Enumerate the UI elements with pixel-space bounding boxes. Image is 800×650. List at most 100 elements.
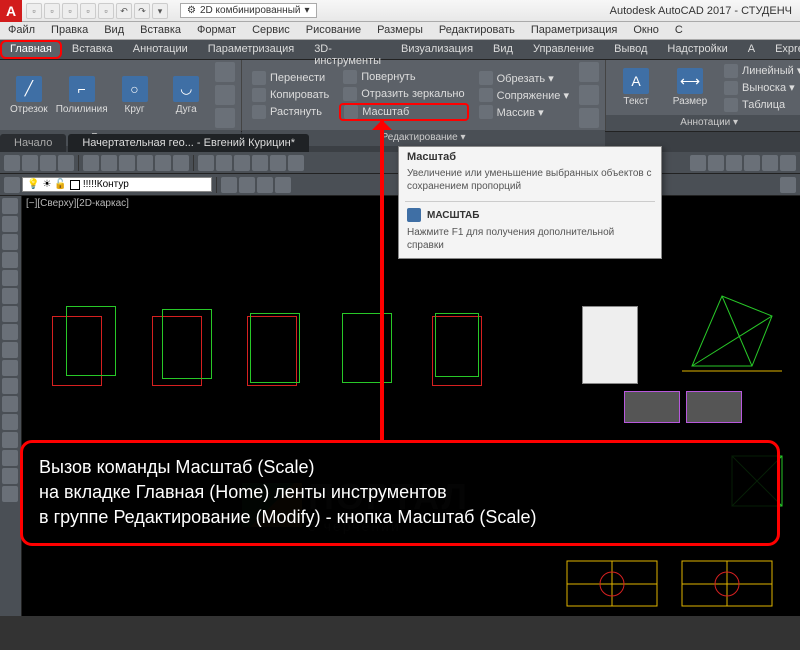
lt-icon[interactable]: [2, 432, 18, 448]
tb-icon[interactable]: [173, 155, 189, 171]
leader-button[interactable]: Выноска ▾: [720, 80, 800, 96]
ribbon-tab-output[interactable]: Вывод: [604, 40, 657, 59]
menu-edit[interactable]: Правка: [43, 22, 96, 39]
ribbon-tab-insert[interactable]: Вставка: [62, 40, 123, 59]
fillet-button[interactable]: Сопряжение ▾: [475, 87, 573, 103]
modify-extra-2-icon[interactable]: [579, 85, 599, 105]
drawing-canvas[interactable]: [−][Сверху][2D-каркас] ПОРТАЛо черчении: [22, 196, 800, 616]
tb-icon[interactable]: [4, 155, 20, 171]
tb-icon[interactable]: [762, 155, 778, 171]
tab-start[interactable]: Начало: [0, 134, 66, 152]
table-button[interactable]: Таблица: [720, 97, 800, 113]
arc-button[interactable]: ◡Дуга: [163, 76, 209, 115]
tb-icon[interactable]: [780, 177, 796, 193]
tb-icon[interactable]: [708, 155, 724, 171]
draw-extra-3-icon[interactable]: [215, 108, 235, 128]
menu-format[interactable]: Формат: [189, 22, 244, 39]
stretch-button[interactable]: Растянуть: [248, 104, 333, 120]
tb-icon[interactable]: [275, 177, 291, 193]
lt-icon[interactable]: [2, 216, 18, 232]
menu-tools[interactable]: Сервис: [244, 22, 298, 39]
tb-icon[interactable]: [234, 155, 250, 171]
qat-redo-icon[interactable]: ↷: [134, 3, 150, 19]
lt-icon[interactable]: [2, 414, 18, 430]
trim-button[interactable]: Обрезать ▾: [475, 70, 573, 86]
menu-view[interactable]: Вид: [96, 22, 132, 39]
layer-props-icon[interactable]: [4, 177, 20, 193]
menu-file[interactable]: Файл: [0, 22, 43, 39]
viewport-label[interactable]: [−][Сверху][2D-каркас]: [26, 198, 129, 209]
ribbon-tab-view[interactable]: Вид: [483, 40, 523, 59]
linear-dim-button[interactable]: Линейный ▾: [720, 63, 800, 79]
qat-undo-icon[interactable]: ↶: [116, 3, 132, 19]
modify-extra-3-icon[interactable]: [579, 108, 599, 128]
rotate-button[interactable]: Повернуть: [339, 69, 468, 85]
menu-window[interactable]: Окно: [625, 22, 667, 39]
qat-plot-icon[interactable]: ▫: [98, 3, 114, 19]
tb-icon[interactable]: [780, 155, 796, 171]
ribbon-tab-home[interactable]: Главная: [0, 40, 62, 59]
lt-icon[interactable]: [2, 342, 18, 358]
array-button[interactable]: Массив ▾: [475, 104, 573, 120]
qat-save-icon[interactable]: ▫: [62, 3, 78, 19]
lt-icon[interactable]: [2, 378, 18, 394]
ribbon-tab-manage[interactable]: Управление: [523, 40, 604, 59]
tb-icon[interactable]: [101, 155, 117, 171]
lt-icon[interactable]: [2, 234, 18, 250]
ribbon-tab-visualize[interactable]: Визуализация: [391, 40, 483, 59]
line-button[interactable]: ╱Отрезок: [6, 76, 52, 115]
layer-dropdown[interactable]: 💡 ☀ 🔓 !!!!!Контур: [22, 177, 212, 192]
lt-icon[interactable]: [2, 270, 18, 286]
lt-icon[interactable]: [2, 288, 18, 304]
lt-icon[interactable]: [2, 396, 18, 412]
tb-icon[interactable]: [58, 155, 74, 171]
lt-icon[interactable]: [2, 306, 18, 322]
ribbon-tab-3dtools[interactable]: 3D-инструменты: [304, 40, 391, 59]
ribbon-tab-express[interactable]: Express: [765, 40, 800, 59]
polyline-button[interactable]: ⌐Полилиния: [58, 76, 106, 115]
tb-icon[interactable]: [155, 155, 171, 171]
menu-modify[interactable]: Редактировать: [431, 22, 523, 39]
workspace-switcher[interactable]: ⚙ 2D комбинированный ▾: [180, 3, 317, 18]
qat-open-icon[interactable]: ▫: [44, 3, 60, 19]
menu-help[interactable]: С: [667, 22, 691, 39]
tb-icon[interactable]: [83, 155, 99, 171]
text-button[interactable]: AТекст: [612, 68, 660, 107]
ribbon-tab-addins[interactable]: Надстройки: [657, 40, 737, 59]
ribbon-tab-annotate[interactable]: Аннотации: [123, 40, 198, 59]
menu-dimension[interactable]: Размеры: [369, 22, 431, 39]
tb-icon[interactable]: [690, 155, 706, 171]
lt-icon[interactable]: [2, 198, 18, 214]
mirror-button[interactable]: Отразить зеркально: [339, 86, 468, 102]
tab-drawing[interactable]: Начертательная гео... - Евгений Курицин*: [68, 134, 309, 152]
tb-icon[interactable]: [119, 155, 135, 171]
tb-icon[interactable]: [22, 155, 38, 171]
menu-draw[interactable]: Рисование: [298, 22, 369, 39]
tb-icon[interactable]: [40, 155, 56, 171]
circle-button[interactable]: ○Круг: [112, 76, 158, 115]
modify-extra-1-icon[interactable]: [579, 62, 599, 82]
lt-icon[interactable]: [2, 252, 18, 268]
menu-parametric[interactable]: Параметризация: [523, 22, 625, 39]
panel-annotate-label[interactable]: Аннотации ▾: [606, 115, 800, 131]
copy-button[interactable]: Копировать: [248, 87, 333, 103]
ribbon-tab-a360[interactable]: A: [738, 40, 765, 59]
tb-icon[interactable]: [744, 155, 760, 171]
tb-icon[interactable]: [288, 155, 304, 171]
lt-icon[interactable]: [2, 360, 18, 376]
lt-icon[interactable]: [2, 450, 18, 466]
menu-insert[interactable]: Вставка: [132, 22, 189, 39]
tb-icon[interactable]: [726, 155, 742, 171]
tb-icon[interactable]: [198, 155, 214, 171]
tb-icon[interactable]: [216, 155, 232, 171]
tb-icon[interactable]: [137, 155, 153, 171]
ribbon-tab-parametric[interactable]: Параметризация: [198, 40, 304, 59]
lt-icon[interactable]: [2, 468, 18, 484]
dimension-button[interactable]: ⟷Размер: [666, 68, 714, 107]
draw-extra-1-icon[interactable]: [215, 62, 235, 82]
tb-icon[interactable]: [257, 177, 273, 193]
move-button[interactable]: Перенести: [248, 70, 333, 86]
tb-icon[interactable]: [270, 155, 286, 171]
qat-more-icon[interactable]: ▾: [152, 3, 168, 19]
tb-icon[interactable]: [239, 177, 255, 193]
